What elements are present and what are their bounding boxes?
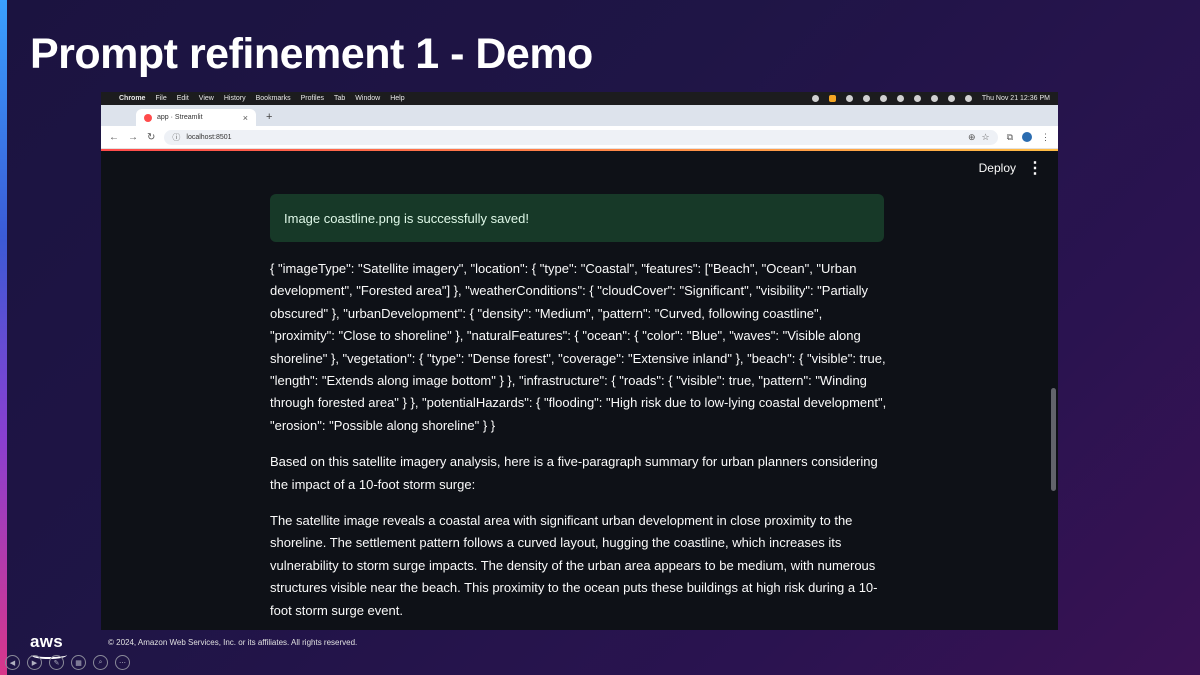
- menu-app-name[interactable]: Chrome: [119, 95, 145, 102]
- status-icon[interactable]: [811, 95, 819, 102]
- menu-window[interactable]: Window: [355, 95, 380, 102]
- menubar-clock[interactable]: Thu Nov 21 12:36 PM: [982, 95, 1050, 102]
- browser-toolbar: ← → ↻ ⓘ localhost:8501 ⊕ ☆ ⧉ ⋮: [101, 126, 1058, 149]
- zoom-icon[interactable]: ⌕: [93, 655, 108, 670]
- pen-icon[interactable]: ✎: [49, 655, 64, 670]
- reload-icon[interactable]: ↻: [147, 132, 155, 143]
- volume-icon[interactable]: [896, 95, 904, 102]
- browser-tabbar: app · Streamlit × +: [101, 105, 1058, 126]
- back-arrow-icon[interactable]: ←: [109, 132, 119, 143]
- deploy-button[interactable]: Deploy: [979, 161, 1016, 175]
- more-icon[interactable]: ⋯: [115, 655, 130, 670]
- streamlit-favicon-icon: [144, 113, 152, 122]
- screen-recording: Chrome File Edit View History Bookmarks …: [101, 92, 1058, 630]
- close-tab-icon[interactable]: ×: [243, 113, 248, 123]
- bluetooth-icon[interactable]: [913, 95, 921, 102]
- play-icon[interactable]: ▶: [27, 655, 42, 670]
- browser-tab[interactable]: app · Streamlit ×: [136, 109, 256, 126]
- menu-edit[interactable]: Edit: [177, 95, 189, 102]
- slide-accent-bar: [0, 0, 7, 675]
- menu-tab[interactable]: Tab: [334, 95, 345, 102]
- profile-avatar[interactable]: [1022, 132, 1032, 142]
- success-message: Image coastline.png is successfully save…: [284, 210, 529, 226]
- extensions-icon[interactable]: ⧉: [1007, 132, 1013, 143]
- summary-intro: Based on this satellite imagery analysis…: [270, 454, 878, 492]
- menu-view[interactable]: View: [199, 95, 214, 102]
- menu-history[interactable]: History: [224, 95, 246, 102]
- new-tab-icon[interactable]: +: [260, 111, 278, 126]
- url-text: localhost:8501: [186, 133, 232, 141]
- status-icon[interactable]: [879, 95, 887, 102]
- recording-icon[interactable]: [828, 95, 836, 102]
- streamlit-app: Deploy ⋮ Image coastline.png is successf…: [101, 151, 1058, 630]
- menu-help[interactable]: Help: [390, 95, 404, 102]
- main-menu-icon[interactable]: ⋮: [1027, 158, 1043, 178]
- slides-icon[interactable]: ▦: [71, 655, 86, 670]
- zoom-icon[interactable]: ⊕: [968, 132, 976, 143]
- wifi-icon[interactable]: [947, 95, 955, 102]
- chrome-menu-icon[interactable]: ⋮: [1041, 132, 1050, 143]
- bookmark-star-icon[interactable]: ☆: [981, 132, 989, 143]
- mac-menubar: Chrome File Edit View History Bookmarks …: [101, 92, 1058, 105]
- forward-arrow-icon[interactable]: →: [128, 132, 138, 143]
- response-content: { "imageType": "Satellite imagery", "loc…: [270, 258, 890, 630]
- aws-logo: aws: [30, 632, 64, 651]
- player-controls: ◀ ▶ ✎ ▦ ⌕ ⋯: [5, 655, 130, 670]
- summary-paragraph: The satellite image reveals a coastal ar…: [270, 513, 878, 618]
- scrollbar[interactable]: [1051, 388, 1056, 491]
- search-icon[interactable]: [964, 95, 972, 102]
- json-output: { "imageType": "Satellite imagery", "loc…: [270, 261, 887, 433]
- copyright-notice: © 2024, Amazon Web Services, Inc. or its…: [108, 638, 358, 647]
- previous-icon[interactable]: ◀: [5, 655, 20, 670]
- tab-title: app · Streamlit: [157, 114, 203, 121]
- status-icon[interactable]: [845, 95, 853, 102]
- battery-icon[interactable]: [930, 95, 938, 102]
- address-bar[interactable]: ⓘ localhost:8501 ⊕ ☆: [164, 129, 998, 145]
- menu-bookmarks[interactable]: Bookmarks: [256, 95, 291, 102]
- success-alert: Image coastline.png is successfully save…: [270, 194, 884, 242]
- menu-file[interactable]: File: [155, 95, 166, 102]
- menu-profiles[interactable]: Profiles: [301, 95, 324, 102]
- status-icon[interactable]: [862, 95, 870, 102]
- site-info-icon[interactable]: ⓘ: [172, 132, 180, 143]
- slide-title: Prompt refinement 1 - Demo: [30, 30, 593, 78]
